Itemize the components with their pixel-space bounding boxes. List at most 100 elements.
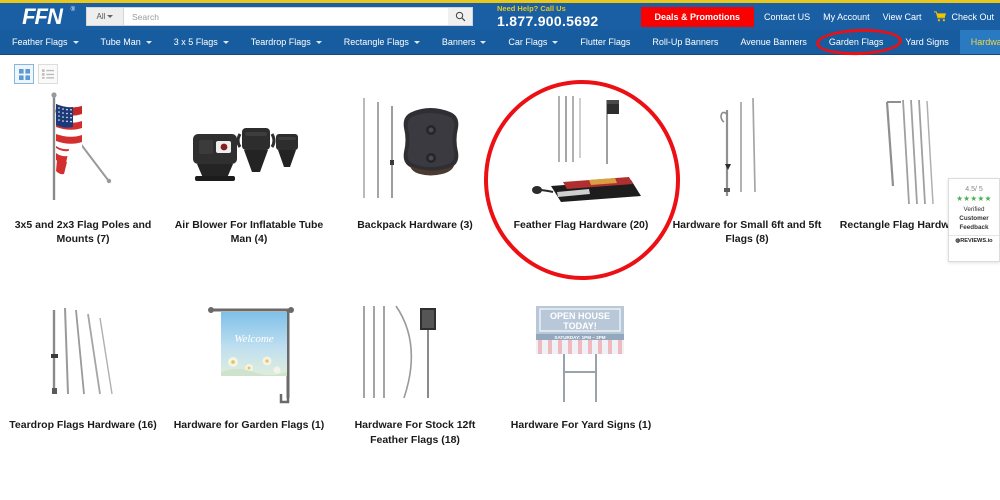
view-mode-toggle-group: [14, 64, 58, 84]
reviews-score: 4.5/ 5: [965, 183, 983, 193]
nav-label: Car Flags: [508, 37, 548, 47]
main-navigation: Feather Flags Tube Man 3 x 5 Flags Teard…: [0, 30, 1000, 55]
nav-item-3x5-flags[interactable]: 3 x 5 Flags: [163, 30, 240, 54]
nav-item-rectangle-flags[interactable]: Rectangle Flags: [333, 30, 431, 54]
category-thumbnail: [664, 88, 830, 208]
category-card-small-flags-hardware[interactable]: Hardware for Small 6ft and 5ft Flags (8): [664, 88, 830, 246]
nav-item-tube-man[interactable]: Tube Man: [90, 30, 163, 54]
chevron-down-icon: [315, 40, 322, 44]
reviews-caption-line2: Customer: [959, 215, 989, 223]
flag-pole-us-icon: [51, 92, 112, 200]
category-card-empty: [830, 288, 996, 446]
nav-label: Teardrop Flags: [250, 37, 311, 47]
garden-flag-text: Welcome: [234, 333, 273, 345]
view-toolbar: [0, 56, 1000, 86]
support-phone-number[interactable]: 1.877.900.5692: [497, 14, 599, 28]
garden-flag-icon: Welcome: [208, 307, 294, 404]
nav-item-feather-flags[interactable]: Feather Flags: [0, 30, 90, 54]
search-button[interactable]: [448, 7, 473, 26]
category-card-yard-sign-hardware[interactable]: OPEN HOUSE TODAY! SATURDAY: 1PM – 3PM Ha…: [498, 288, 664, 446]
grid-view-icon: [18, 68, 30, 80]
nav-label: Yard Signs: [905, 37, 949, 47]
chevron-down-icon: [145, 40, 152, 44]
search-input[interactable]: [124, 7, 448, 26]
category-thumbnail: [332, 88, 498, 208]
shopping-cart-icon: [934, 11, 947, 22]
feather-hardware-icon: [532, 96, 641, 202]
nav-label: Tube Man: [100, 37, 141, 47]
nav-item-yard-signs[interactable]: Yard Signs: [894, 30, 959, 54]
reviews-score-suffix: / 5: [974, 186, 983, 193]
category-card-stock-12ft-hardware[interactable]: Hardware For Stock 12ft Feather Flags (1…: [332, 288, 498, 446]
category-card-teardrop-hardware[interactable]: Teardrop Flags Hardware (16): [0, 288, 166, 446]
teardrop-poles-icon: [51, 308, 113, 395]
category-thumbnail: [0, 88, 166, 208]
grid-view-button[interactable]: [14, 64, 34, 84]
yard-sign-line2: TODAY!: [563, 321, 597, 331]
view-cart-link[interactable]: View Cart: [883, 12, 922, 22]
category-card-garden-flag-hardware[interactable]: Welcome Hardware for Garden Flags (1): [166, 288, 332, 446]
category-thumbnail: OPEN HOUSE TODAY! SATURDAY: 1PM – 3PM: [498, 288, 664, 408]
nav-label: Rectangle Flags: [343, 37, 409, 47]
nav-item-teardrop-flags[interactable]: Teardrop Flags: [240, 30, 333, 54]
category-thumbnail: [0, 288, 166, 408]
my-account-link[interactable]: My Account: [823, 12, 870, 22]
nav-item-roll-up-banners[interactable]: Roll-Up Banners: [641, 30, 729, 54]
reviews-brand-label: ◍REVIEWS.io: [949, 235, 999, 244]
check-out-link[interactable]: Check Out: [934, 11, 994, 22]
backpack-icon: [363, 98, 459, 198]
category-label[interactable]: Air Blower For Inflatable Tube Man (4): [173, 218, 325, 246]
search-icon: [455, 11, 465, 22]
chevron-down-icon: [222, 40, 229, 44]
category-label[interactable]: Hardware for Garden Flags (1): [173, 418, 325, 432]
chevron-down-icon: [72, 40, 79, 44]
registered-mark: ®: [70, 7, 76, 13]
chevron-down-icon: [413, 40, 420, 44]
category-thumbnail: [166, 88, 332, 208]
reviews-caption: Verified Customer Feedback: [959, 205, 988, 232]
site-logo[interactable]: FFN ®: [0, 3, 78, 30]
nav-label: Feather Flags: [12, 37, 68, 47]
nav-label: Garden Flags: [828, 37, 884, 47]
category-thumbnail: [498, 88, 664, 208]
reviews-widget[interactable]: 4.5/ 5 ★★★★★ Verified Customer Feedback …: [948, 178, 1000, 262]
nav-item-flutter-flags[interactable]: Flutter Flags: [569, 30, 641, 54]
category-card-backpack-hardware[interactable]: Backpack Hardware (3): [332, 88, 498, 246]
category-card-feather-flag-hardware[interactable]: Feather Flag Hardware (20): [498, 88, 664, 246]
help-label: Need Help? Call Us: [497, 4, 566, 14]
category-row: Teardrop Flags Hardware (16) Welcome Har…: [0, 288, 1000, 446]
nav-item-car-flags[interactable]: Car Flags: [497, 30, 569, 54]
check-out-label: Check Out: [951, 11, 994, 22]
search-category-dropdown[interactable]: All: [86, 7, 124, 26]
logo-text: FFN: [22, 3, 63, 29]
category-label[interactable]: Backpack Hardware (3): [339, 218, 491, 232]
yard-sign-line1: OPEN HOUSE: [550, 311, 610, 321]
contact-us-link[interactable]: Contact US: [764, 12, 810, 22]
nav-label: Banners: [441, 37, 476, 47]
category-label[interactable]: Feather Flag Hardware (20): [505, 218, 657, 232]
category-card-flag-poles[interactable]: 3x5 and 2x3 Flag Poles and Mounts (7): [0, 88, 166, 246]
category-label[interactable]: Hardware For Stock 12ft Feather Flags (1…: [339, 418, 491, 446]
category-card-air-blower[interactable]: Air Blower For Inflatable Tube Man (4): [166, 88, 332, 246]
category-label[interactable]: Teardrop Flags Hardware (16): [7, 418, 159, 432]
yard-sign-line3: SATURDAY: 1PM – 3PM: [554, 335, 605, 340]
nav-item-banners[interactable]: Banners: [431, 30, 498, 54]
list-view-icon: [42, 69, 54, 79]
category-label[interactable]: 3x5 and 2x3 Flag Poles and Mounts (7): [7, 218, 159, 246]
list-view-button[interactable]: [38, 64, 58, 84]
utility-links: Contact US My Account View Cart Check Ou…: [764, 11, 994, 22]
air-blowers-icon: [193, 128, 298, 181]
category-grid: 3x5 and 2x3 Flag Poles and Mounts (7) Ai…: [0, 88, 1000, 447]
nav-item-hardware[interactable]: Hardware: [959, 30, 1000, 54]
category-label[interactable]: Hardware For Yard Signs (1): [505, 418, 657, 432]
nav-label: Avenue Banners: [740, 37, 807, 47]
nav-item-garden-flags[interactable]: Garden Flags: [818, 30, 895, 54]
deals-and-promotions-button[interactable]: Deals & Promotions: [640, 6, 755, 27]
small-poles-icon: [720, 97, 756, 196]
category-thumbnail: Welcome: [166, 288, 332, 408]
nav-label: Hardware: [970, 37, 1000, 47]
reviews-caption-line3: Feedback: [959, 224, 989, 232]
nav-item-avenue-banners[interactable]: Avenue Banners: [729, 30, 817, 54]
chevron-down-icon: [552, 40, 559, 44]
category-label[interactable]: Hardware for Small 6ft and 5ft Flags (8): [671, 218, 823, 246]
